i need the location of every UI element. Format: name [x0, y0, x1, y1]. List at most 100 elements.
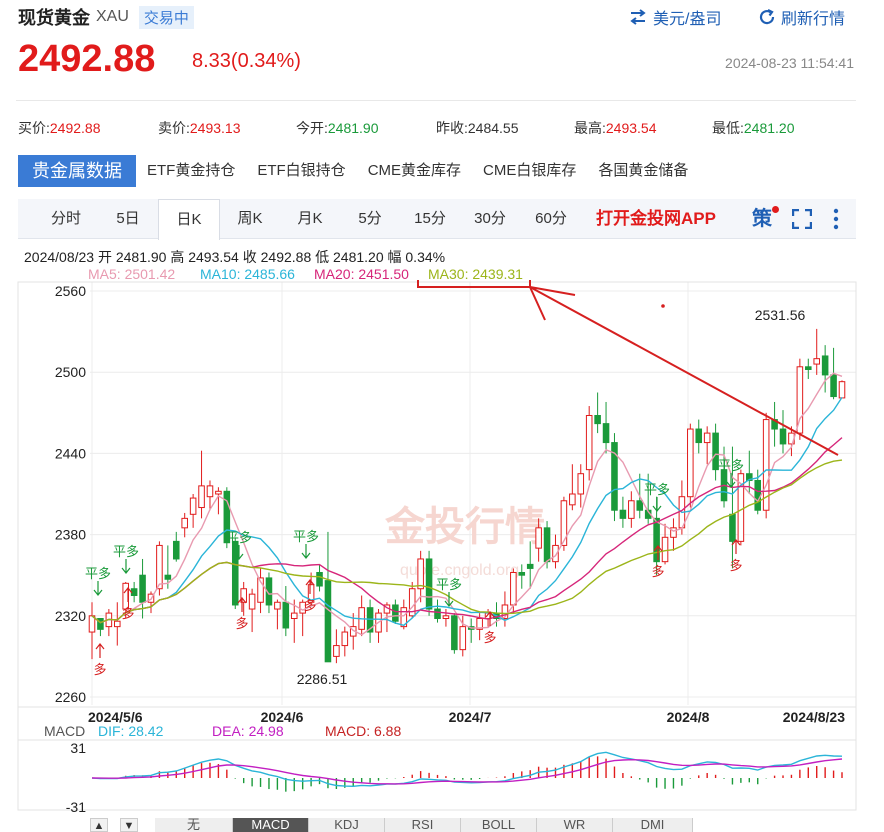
y-tick-label: 2560: [55, 283, 86, 299]
period-monthly-k[interactable]: 月K: [280, 199, 340, 239]
indicator-tab-wr[interactable]: WR: [537, 818, 613, 832]
tab-cme-gold[interactable]: CME黄金库存: [357, 155, 472, 187]
more-options-button[interactable]: [832, 208, 840, 235]
candle-body: [282, 601, 290, 629]
instrument-name: 现货黄金: [18, 8, 90, 28]
low-label: 最低:: [712, 120, 744, 136]
price-change: 8.33(0.34%): [192, 50, 301, 72]
buy-signal-tag-arrow: [95, 643, 105, 658]
quote-header: 现货黄金 XAU 交易中 美元/盎司 刷新行情 2492.88 8.33(0.3…: [0, 0, 884, 120]
low-label: 2286.51: [297, 671, 348, 687]
candle-body: [206, 485, 214, 498]
y-tick-label: 2440: [55, 445, 86, 461]
flat-signal-tag-arrow: [93, 581, 103, 596]
fullscreen-button[interactable]: [791, 208, 813, 234]
period-daily-k[interactable]: 日K: [158, 199, 220, 240]
candle-body: [813, 358, 821, 365]
last-price: 2492.88: [18, 38, 156, 80]
currency-unit-button[interactable]: 美元/盎司: [628, 5, 721, 29]
tab-etf-gold[interactable]: ETF黄金持仓: [136, 155, 246, 187]
kline-chart[interactable]: 金投行情quote.cngold.org 2531.562286.51多多多多多…: [0, 280, 884, 820]
x-tick-label: 2024/8: [667, 709, 710, 725]
bid-stat: 买价:2492.88: [18, 118, 101, 138]
watermark: 金投行情quote.cngold.org: [384, 504, 545, 579]
strategy-button[interactable]: 策: [752, 204, 779, 234]
tab-precious-metals-data[interactable]: 贵金属数据: [18, 155, 136, 187]
flat-signal-tag: 平多: [436, 577, 462, 593]
candle-body: [602, 423, 610, 444]
open-value: 2481.90: [327, 120, 379, 136]
indicator-tab-dmi[interactable]: DMI: [613, 818, 693, 832]
tab-cme-silver[interactable]: CME白银库存: [472, 155, 587, 187]
candle-body: [198, 485, 205, 509]
macd-dif-label: DIF: 28.42: [98, 723, 164, 739]
y-tick-label: 2260: [55, 689, 86, 705]
prev-close-label: 昨收:: [436, 120, 468, 136]
macd-ytick-bottom: -31: [66, 799, 86, 815]
candle-body: [695, 428, 703, 444]
open-app-link[interactable]: 打开金投网APP: [596, 199, 716, 239]
period-30min[interactable]: 30分: [460, 199, 520, 239]
indicator-tab-macd[interactable]: MACD: [233, 818, 309, 832]
candle-body: [316, 571, 323, 587]
tab-etf-silver[interactable]: ETF白银持仓: [246, 155, 356, 187]
refresh-button[interactable]: 刷新行情: [758, 5, 845, 29]
flat-signal-tag-arrow: [121, 559, 131, 574]
data-tabs: 贵金属数据 ETF黄金持仓 ETF白银持仓 CME黄金库存 CME白银库存 各国…: [18, 155, 858, 187]
candle-body: [442, 615, 450, 620]
quote-timestamp: 2024-08-23 11:54:41: [725, 55, 854, 71]
trading-status-badge: 交易中: [138, 5, 194, 29]
indicator-tab-none[interactable]: 无: [155, 818, 233, 832]
macd-ytick-top: 31: [70, 740, 86, 756]
period-60min[interactable]: 60分: [520, 199, 582, 239]
instrument-code: XAU: [96, 8, 129, 25]
period-intraday[interactable]: 分时: [36, 199, 96, 239]
candle-body: [172, 540, 180, 560]
candle-body: [594, 415, 601, 425]
candle-body: [341, 631, 349, 647]
candle-body: [636, 500, 644, 511]
scroll-down-button[interactable]: ▼: [120, 818, 138, 832]
swap-icon: [630, 9, 646, 25]
macd-dea-label: DEA: 24.98: [212, 723, 284, 739]
red-dot: [661, 304, 665, 308]
candle-body: [392, 604, 399, 622]
buy-signal-tag: 多: [121, 606, 134, 622]
candle-body: [830, 374, 837, 398]
currency-unit-label: 美元/盎司: [653, 11, 722, 28]
candle-body: [628, 500, 635, 519]
low-value: 2481.20: [743, 120, 795, 136]
candle-body: [703, 432, 711, 444]
scroll-up-button[interactable]: ▲: [90, 818, 108, 832]
candle-body: [417, 558, 424, 590]
period-5day[interactable]: 5日: [98, 199, 158, 239]
buy-signal-tag: 多: [729, 558, 742, 574]
bid-value: 2492.88: [49, 120, 101, 136]
flat-signal-tag: 平多: [113, 544, 139, 560]
flat-signal-tag: 平多: [226, 530, 252, 546]
indicator-tab-kdj[interactable]: KDJ: [309, 818, 385, 832]
candle-body: [164, 574, 172, 580]
indicator-tab-boll[interactable]: BOLL: [461, 818, 537, 832]
macd-panel-label: MACD: [44, 723, 85, 739]
flat-signal-tag-arrow: [726, 473, 736, 488]
candle-body: [459, 626, 467, 651]
candle-body: [838, 381, 846, 399]
candle-body: [189, 497, 197, 515]
candle-body: [543, 527, 551, 563]
candle-body: [248, 593, 256, 610]
period-15min[interactable]: 15分: [400, 199, 460, 239]
bid-label: 买价:: [18, 120, 50, 136]
flat-signal-tag-arrow: [301, 544, 311, 559]
refresh-label: 刷新行情: [781, 11, 846, 28]
y-tick-label: 2320: [55, 608, 86, 624]
period-weekly-k[interactable]: 周K: [220, 199, 280, 239]
indicator-tab-rsi[interactable]: RSI: [385, 818, 461, 832]
strategy-icon: 策: [752, 208, 772, 230]
fullscreen-icon: [791, 208, 813, 230]
buy-signal-tag: 多: [483, 630, 496, 646]
tab-gold-reserves[interactable]: 各国黄金储备: [587, 155, 699, 187]
x-tick-label: 2024/8/23: [783, 709, 845, 725]
period-5min[interactable]: 5分: [340, 199, 400, 239]
candle-body: [181, 517, 188, 529]
